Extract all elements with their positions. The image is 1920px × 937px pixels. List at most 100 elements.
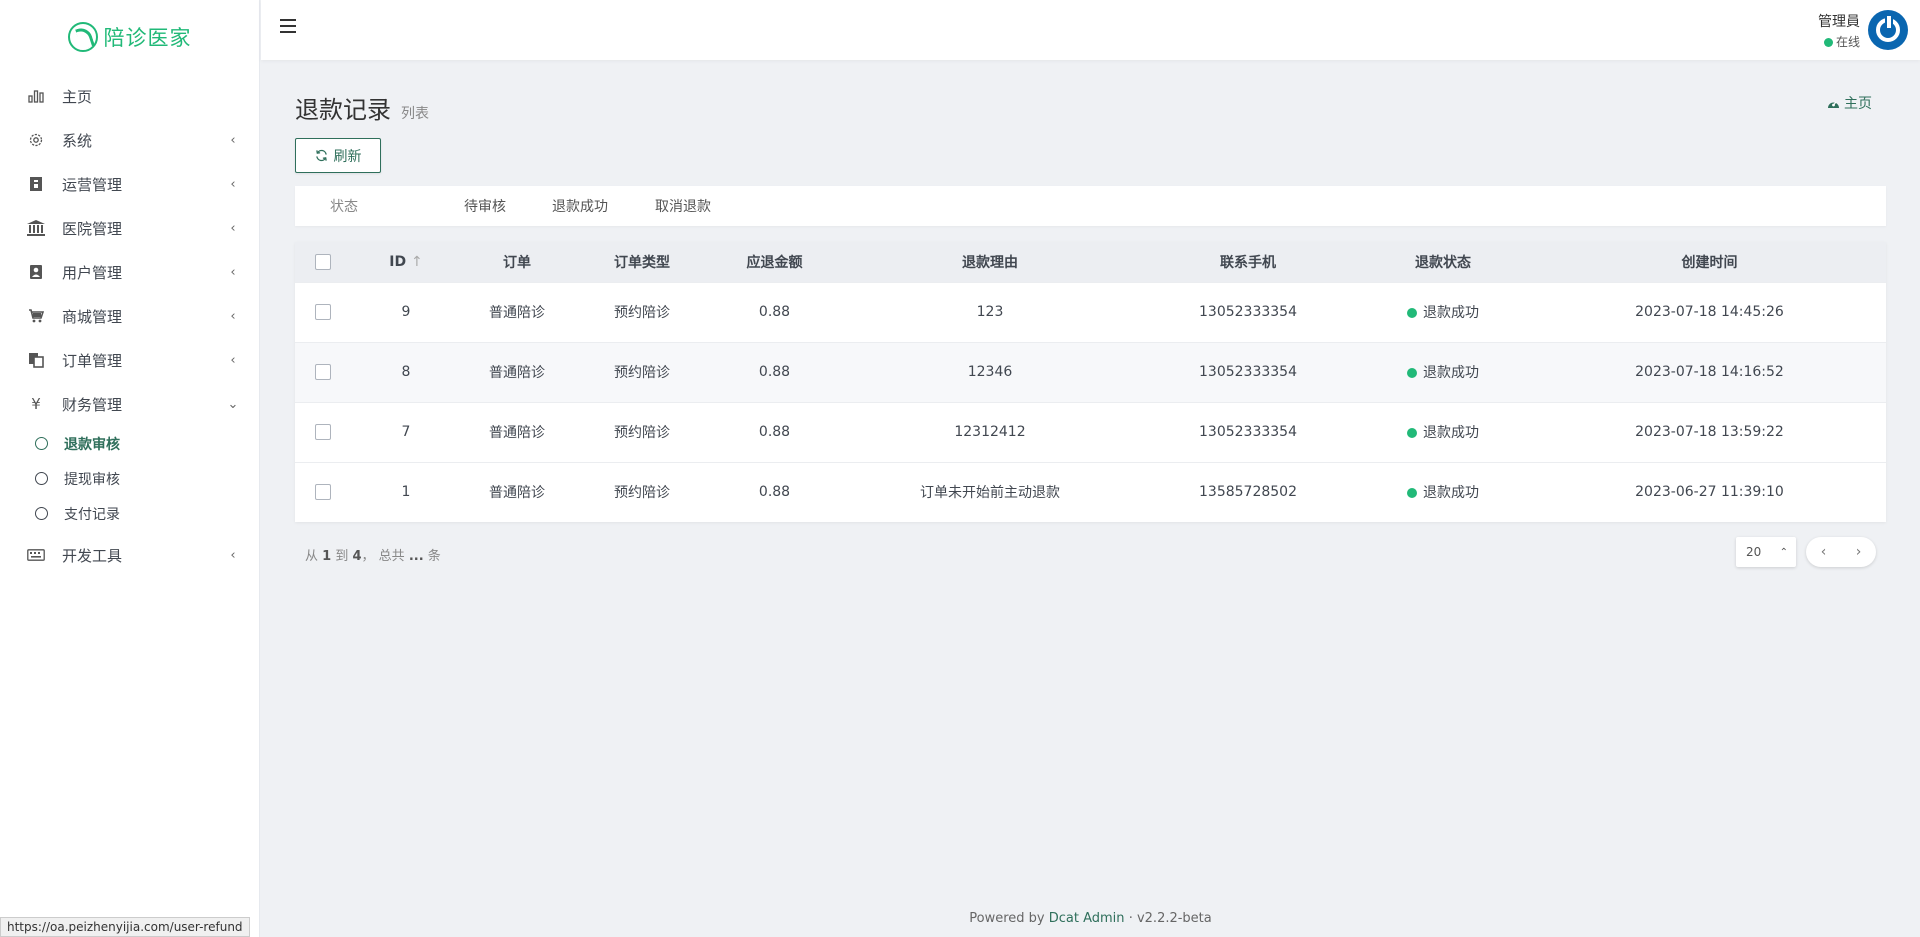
chevron-left-icon: ‹ [230,132,236,148]
cell-id: 9 [401,304,411,320]
avatar[interactable] [1868,10,1908,50]
chevron-left-icon: ‹ [230,547,236,563]
next-page-button[interactable]: › [1856,544,1862,560]
cell-status: 退款成功 [1353,402,1533,462]
row-checkbox[interactable] [314,364,331,380]
chevron-up-icon: ⌃ [1779,546,1788,558]
chevron-left-icon: ‹ [230,352,236,368]
select-all-cell [295,242,350,282]
footer-powered-by: Powered by Dcat Admin · v2.2.2-beta [969,911,1212,926]
chevron-left-icon: ‹ [230,264,236,280]
cell-status: 退款成功 [1353,342,1533,402]
sidebar: 陪诊医家 主页 系统 ‹ 运营管理 ‹ 医院管理 ‹ 用户管理 ‹ 商城管理 ‹… [0,0,260,937]
cell-reason: 12312412 [954,424,1026,440]
sidebar-item-home[interactable]: 主页 [0,74,259,118]
column-order: 订单 [503,254,531,271]
sidebar-item-operations[interactable]: 运营管理 ‹ [0,162,259,206]
table-row: 7 普通陪诊 预约陪诊 0.88 12312412 13052333354 退款… [295,402,1886,462]
page-title: 退款记录 列表 [295,96,429,124]
copy-icon [26,351,46,369]
menu-toggle-icon[interactable] [280,19,296,33]
chevron-left-icon: ‹ [230,220,236,236]
user-info[interactable]: 管理員 在线 [1818,11,1860,50]
table-row: 1 普通陪诊 预约陪诊 0.88 订单未开始前主动退款 13585728502 … [295,462,1886,522]
column-id[interactable]: ID ↑ [350,242,462,282]
user-status: 在线 [1818,33,1860,50]
page-size-select[interactable]: 20 ⌃ [1736,537,1796,567]
user-card-icon [26,263,46,281]
row-checkbox[interactable] [314,304,331,320]
circle-icon [35,507,48,520]
refresh-icon [315,149,327,162]
column-created-at: 创建时间 [1681,254,1738,271]
cell-phone: 13052333354 [1199,304,1297,320]
cell-amount: 0.88 [758,424,791,440]
column-order-type: 订单类型 [614,254,670,271]
refund-table-card: ID ↑ 订单 订单类型 应退金额 退款理由 联系手机 退款状态 创建时间 9 … [295,242,1886,522]
browser-status-url: https://oa.peizhenyijia.com/user-refund [0,917,250,937]
tab-pending[interactable]: 待审核 [464,196,506,216]
finance-submenu: 退款审核 提现审核 支付记录 [0,426,259,531]
cell-id: 7 [401,424,411,440]
main-content: 退款记录 列表 主页 刷新 状态 待审核 退款成功 取消退款 ID ↑ 订单 订单… [261,60,1920,937]
top-navbar: 管理員 在线 [261,0,1920,60]
tab-refund-cancelled[interactable]: 取消退款 [655,196,711,216]
refresh-button[interactable]: 刷新 [295,138,381,173]
bank-icon [26,219,46,237]
bar-chart-icon [26,87,46,105]
cell-id: 8 [401,364,411,380]
sidebar-item-users[interactable]: 用户管理 ‹ [0,250,259,294]
status-dot-icon [1407,428,1417,438]
cell-order-type: 预约陪诊 [614,485,670,502]
circle-icon [35,437,48,450]
cell-order: 普通陪诊 [489,485,545,502]
pagination-summary: 从 1 到 4， 总共 ... 条 [305,549,441,564]
status-dot-icon [1407,368,1417,378]
chevron-down-icon: ⌄ [227,396,239,412]
cell-created: 2023-06-27 11:39:10 [1635,484,1784,501]
sidebar-item-mall[interactable]: 商城管理 ‹ [0,294,259,338]
page-subtitle: 列表 [401,106,429,122]
chevron-left-icon: ‹ [230,308,236,324]
cell-amount: 0.88 [758,304,791,320]
sidebar-item-system[interactable]: 系统 ‹ [0,118,259,162]
circle-icon [35,472,48,485]
row-checkbox[interactable] [314,484,331,501]
cell-status: 退款成功 [1353,282,1533,342]
dcat-admin-link[interactable]: Dcat Admin [1049,911,1125,926]
user-name: 管理員 [1818,14,1860,30]
row-checkbox[interactable] [314,424,331,440]
yen-icon: ¥ [31,395,41,413]
cell-created: 2023-07-18 14:45:26 [1635,304,1784,320]
pagination-nav: ‹ › [1806,537,1876,567]
cell-created: 2023-07-18 13:59:22 [1635,424,1784,440]
cell-phone: 13052333354 [1199,424,1297,440]
sidebar-item-orders[interactable]: 订单管理 ‹ [0,338,259,382]
book-icon [26,175,46,193]
select-all-checkbox[interactable] [314,253,331,270]
cell-reason: 12346 [967,364,1013,380]
sidebar-item-finance[interactable]: ¥ 财务管理 ⌄ [0,382,259,426]
cell-created: 2023-07-18 14:16:52 [1635,364,1784,380]
table-row: 9 普通陪诊 预约陪诊 0.88 123 13052333354 退款成功 20… [295,282,1886,342]
tab-refund-success[interactable]: 退款成功 [552,196,608,216]
dashboard-icon [1827,101,1839,108]
chevron-left-icon: ‹ [230,176,236,192]
keyboard-icon [26,546,46,564]
sidebar-menu: 主页 系统 ‹ 运营管理 ‹ 医院管理 ‹ 用户管理 ‹ 商城管理 ‹ 订单管理… [0,74,259,577]
prev-page-button[interactable]: ‹ [1821,544,1827,560]
sidebar-item-withdraw-review[interactable]: 提现审核 [0,461,259,496]
sidebar-item-refund-review[interactable]: 退款审核 [0,426,259,461]
table-header-row: ID ↑ 订单 订单类型 应退金额 退款理由 联系手机 退款状态 创建时间 [295,242,1886,282]
power-icon [1876,14,1900,42]
sidebar-item-hospital[interactable]: 医院管理 ‹ [0,206,259,250]
cell-phone: 13052333354 [1199,364,1297,380]
sort-arrow-icon[interactable]: ↑ [411,254,423,270]
breadcrumb-home[interactable]: 主页 [1827,93,1872,113]
cell-order-type: 预约陪诊 [614,305,670,321]
sidebar-item-dev-tools[interactable]: 开发工具 ‹ [0,533,259,577]
cell-reason: 订单未开始前主动退款 [920,485,1060,502]
cell-phone: 13585728502 [1199,484,1297,501]
sidebar-item-payment-records[interactable]: 支付记录 [0,496,259,531]
brand[interactable]: 陪诊医家 [0,0,259,74]
